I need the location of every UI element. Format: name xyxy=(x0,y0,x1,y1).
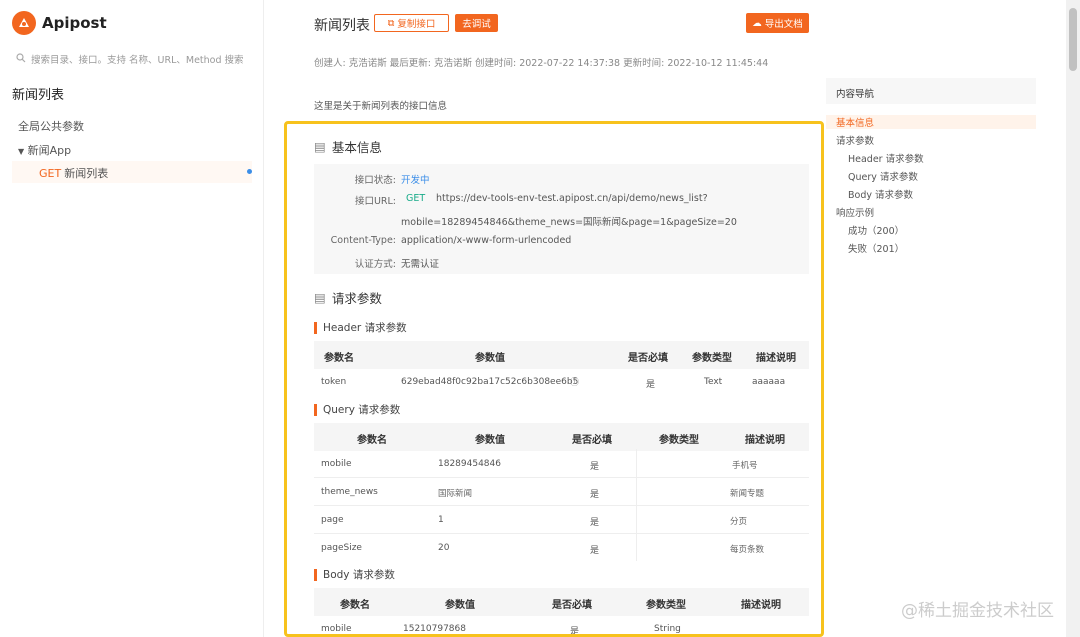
sidebar-item-label: 新闻列表 xyxy=(64,167,109,180)
logo[interactable]: Apipost xyxy=(12,11,107,35)
highlight-frame xyxy=(284,121,824,637)
active-dot xyxy=(247,169,252,174)
scrollbar-thumb[interactable] xyxy=(1069,8,1077,71)
content-nav-title: 内容导航 xyxy=(826,78,1036,104)
toc-item-failure[interactable]: 失败（201） xyxy=(848,241,904,255)
toc-item-header-params[interactable]: Header 请求参数 xyxy=(848,151,924,165)
toc-item-body-params[interactable]: Body 请求参数 xyxy=(848,187,913,201)
export-doc-button[interactable]: ☁ 导出文档 xyxy=(746,13,809,33)
toc-item-query-params[interactable]: Query 请求参数 xyxy=(848,169,918,183)
search-input[interactable]: 搜索目录、接口。支持 名称、URL、Method 搜索 xyxy=(16,52,244,66)
api-description: 这里是关于新闻列表的接口信息 xyxy=(314,101,448,112)
content-nav: 内容导航 基本信息 请求参数 Header 请求参数 Query 请求参数 Bo… xyxy=(826,78,1036,255)
sidebar: Apipost 搜索目录、接口。支持 名称、URL、Method 搜索 新闻列表… xyxy=(0,0,264,637)
toc-item-basic-info[interactable]: 基本信息 xyxy=(826,115,1036,129)
search-icon xyxy=(16,52,26,66)
export-doc-label: 导出文档 xyxy=(764,19,803,30)
sidebar-folder-news-app[interactable]: ▼ 新闻App xyxy=(18,142,71,158)
copy-icon: ⧉ xyxy=(387,17,395,29)
caret-down-icon: ▼ xyxy=(18,147,25,156)
sidebar-item-global-params[interactable]: 全局公共参数 xyxy=(18,118,84,134)
sidebar-title: 新闻列表 xyxy=(12,88,65,103)
method-tag: GET xyxy=(39,167,62,180)
cloud-download-icon: ☁ xyxy=(752,17,762,29)
sidebar-item-label: 新闻App xyxy=(27,144,72,157)
sidebar-item-news-list[interactable]: GET 新闻列表 xyxy=(12,161,252,183)
page-title: 新闻列表 xyxy=(314,18,370,34)
app-name: Apipost xyxy=(42,14,107,32)
watermark: @稀土掘金技术社区 xyxy=(901,601,1054,621)
copy-api-label: 复制接口 xyxy=(397,19,436,30)
toc-item-success[interactable]: 成功（200） xyxy=(848,223,904,237)
apipost-logo-icon xyxy=(12,11,36,35)
meta-info: 创建人: 克浩诺斯 最后更新: 克浩诺斯 创建时间: 2022-07-22 14… xyxy=(314,58,769,69)
copy-api-button[interactable]: ⧉ 复制接口 xyxy=(374,14,449,32)
sidebar-item-label: 全局公共参数 xyxy=(18,120,84,133)
debug-button[interactable]: 去调试 xyxy=(455,14,498,32)
search-placeholder: 搜索目录、接口。支持 名称、URL、Method 搜索 xyxy=(31,55,244,66)
scrollbar[interactable] xyxy=(1066,0,1080,637)
toc-item-request-params[interactable]: 请求参数 xyxy=(836,133,874,147)
toc-item-response-examples[interactable]: 响应示例 xyxy=(836,205,874,219)
